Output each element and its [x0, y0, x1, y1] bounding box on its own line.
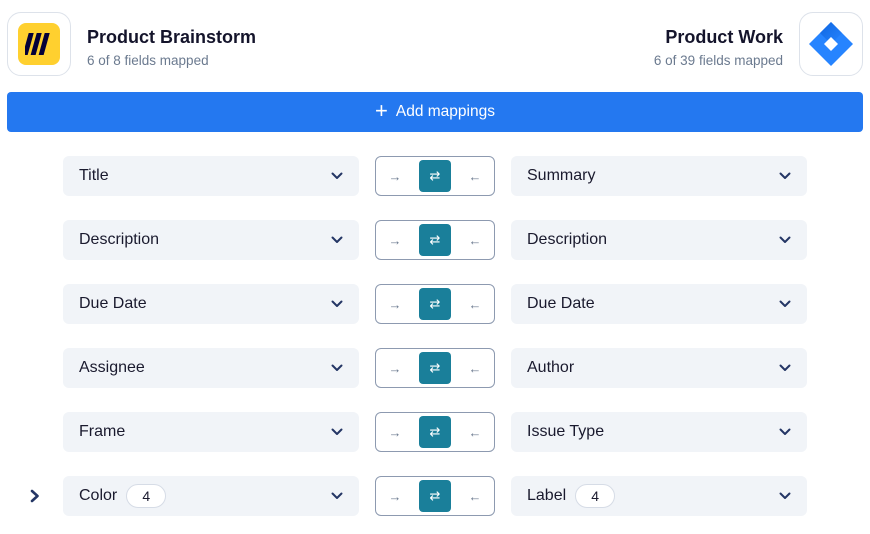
chevron-down-icon [331, 364, 343, 372]
jira-logo-icon [809, 22, 853, 66]
left-app-icon [7, 12, 71, 76]
left-field-label: Title [79, 167, 109, 184]
mapping-list: Title → ⇄ ← Summary Description → ⇄ ← De… [0, 156, 870, 534]
mapping-row: Color 4 → ⇄ ← Label 4 [0, 476, 870, 534]
arrow-right-icon[interactable]: → [379, 224, 411, 256]
chevron-down-icon [331, 428, 343, 436]
value-count-badge: 4 [126, 484, 167, 508]
arrow-right-icon[interactable]: → [379, 160, 411, 192]
direction-toggle: → ⇄ ← [375, 412, 495, 452]
arrow-left-icon[interactable]: ← [459, 288, 491, 320]
chevron-down-icon [779, 364, 791, 372]
right-app-subtitle: 6 of 39 fields mapped [653, 53, 783, 68]
right-app-title: Product Work [665, 27, 783, 47]
chevron-down-icon [331, 172, 343, 180]
two-way-arrows-icon[interactable]: ⇄ [419, 288, 451, 320]
left-field-label: Due Date [79, 295, 147, 312]
chevron-down-icon [331, 300, 343, 308]
right-field-select[interactable]: Description [511, 220, 807, 260]
chevron-down-icon [331, 492, 343, 500]
left-field-select[interactable]: Frame [63, 412, 359, 452]
left-field-select[interactable]: Color 4 [63, 476, 359, 516]
right-field-select[interactable]: Summary [511, 156, 807, 196]
add-mappings-button[interactable]: + Add mappings [7, 92, 863, 132]
chevron-down-icon [779, 428, 791, 436]
left-field-select[interactable]: Title [63, 156, 359, 196]
direction-toggle: → ⇄ ← [375, 220, 495, 260]
right-field-label: Label [527, 487, 567, 504]
right-field-label: Due Date [527, 295, 595, 312]
direction-toggle: → ⇄ ← [375, 156, 495, 196]
chevron-down-icon [779, 172, 791, 180]
left-field-select[interactable]: Assignee [63, 348, 359, 388]
arrow-right-icon[interactable]: → [379, 352, 411, 384]
right-field-select[interactable]: Label 4 [511, 476, 807, 516]
left-field-label: Frame [79, 423, 126, 440]
left-app-title: Product Brainstorm [87, 27, 257, 47]
two-way-arrows-icon[interactable]: ⇄ [419, 352, 451, 384]
mapping-row: Frame → ⇄ ← Issue Type [0, 412, 870, 476]
direction-toggle: → ⇄ ← [375, 348, 495, 388]
left-field-select[interactable]: Description [63, 220, 359, 260]
left-field-label: Assignee [79, 359, 145, 376]
right-field-select[interactable]: Author [511, 348, 807, 388]
arrow-left-icon[interactable]: ← [459, 352, 491, 384]
chevron-down-icon [779, 300, 791, 308]
mapping-row: Assignee → ⇄ ← Author [0, 348, 870, 412]
mapping-row: Due Date → ⇄ ← Due Date [0, 284, 870, 348]
arrow-left-icon[interactable]: ← [459, 480, 491, 512]
value-count-badge: 4 [575, 484, 616, 508]
left-field-select[interactable]: Due Date [63, 284, 359, 324]
chevron-down-icon [779, 492, 791, 500]
chevron-down-icon [779, 236, 791, 244]
direction-toggle: → ⇄ ← [375, 476, 495, 516]
left-field-label: Color [79, 487, 118, 504]
plus-icon: + [375, 98, 388, 123]
two-way-arrows-icon[interactable]: ⇄ [419, 224, 451, 256]
right-app-icon [799, 12, 863, 76]
right-field-label: Issue Type [527, 423, 605, 440]
two-way-arrows-icon[interactable]: ⇄ [419, 480, 451, 512]
arrow-left-icon[interactable]: ← [459, 416, 491, 448]
arrow-right-icon[interactable]: → [379, 416, 411, 448]
arrow-right-icon[interactable]: → [379, 480, 411, 512]
arrow-right-icon[interactable]: → [379, 288, 411, 320]
chevron-right-icon[interactable] [26, 486, 44, 506]
add-mappings-label: Add mappings [395, 103, 495, 120]
header: Product Brainstorm 6 of 8 fields mapped … [0, 0, 870, 88]
right-field-label: Summary [527, 167, 596, 184]
direction-toggle: → ⇄ ← [375, 284, 495, 324]
chevron-down-icon [331, 236, 343, 244]
right-field-label: Description [527, 231, 608, 248]
arrow-left-icon[interactable]: ← [459, 224, 491, 256]
right-field-select[interactable]: Issue Type [511, 412, 807, 452]
left-field-label: Description [79, 231, 160, 248]
right-field-label: Author [527, 359, 575, 376]
miro-logo-icon [18, 23, 60, 65]
left-app-subtitle: 6 of 8 fields mapped [87, 53, 209, 68]
right-field-select[interactable]: Due Date [511, 284, 807, 324]
two-way-arrows-icon[interactable]: ⇄ [419, 416, 451, 448]
two-way-arrows-icon[interactable]: ⇄ [419, 160, 451, 192]
mapping-row: Description → ⇄ ← Description [0, 220, 870, 284]
mapping-row: Title → ⇄ ← Summary [0, 156, 870, 220]
arrow-left-icon[interactable]: ← [459, 160, 491, 192]
